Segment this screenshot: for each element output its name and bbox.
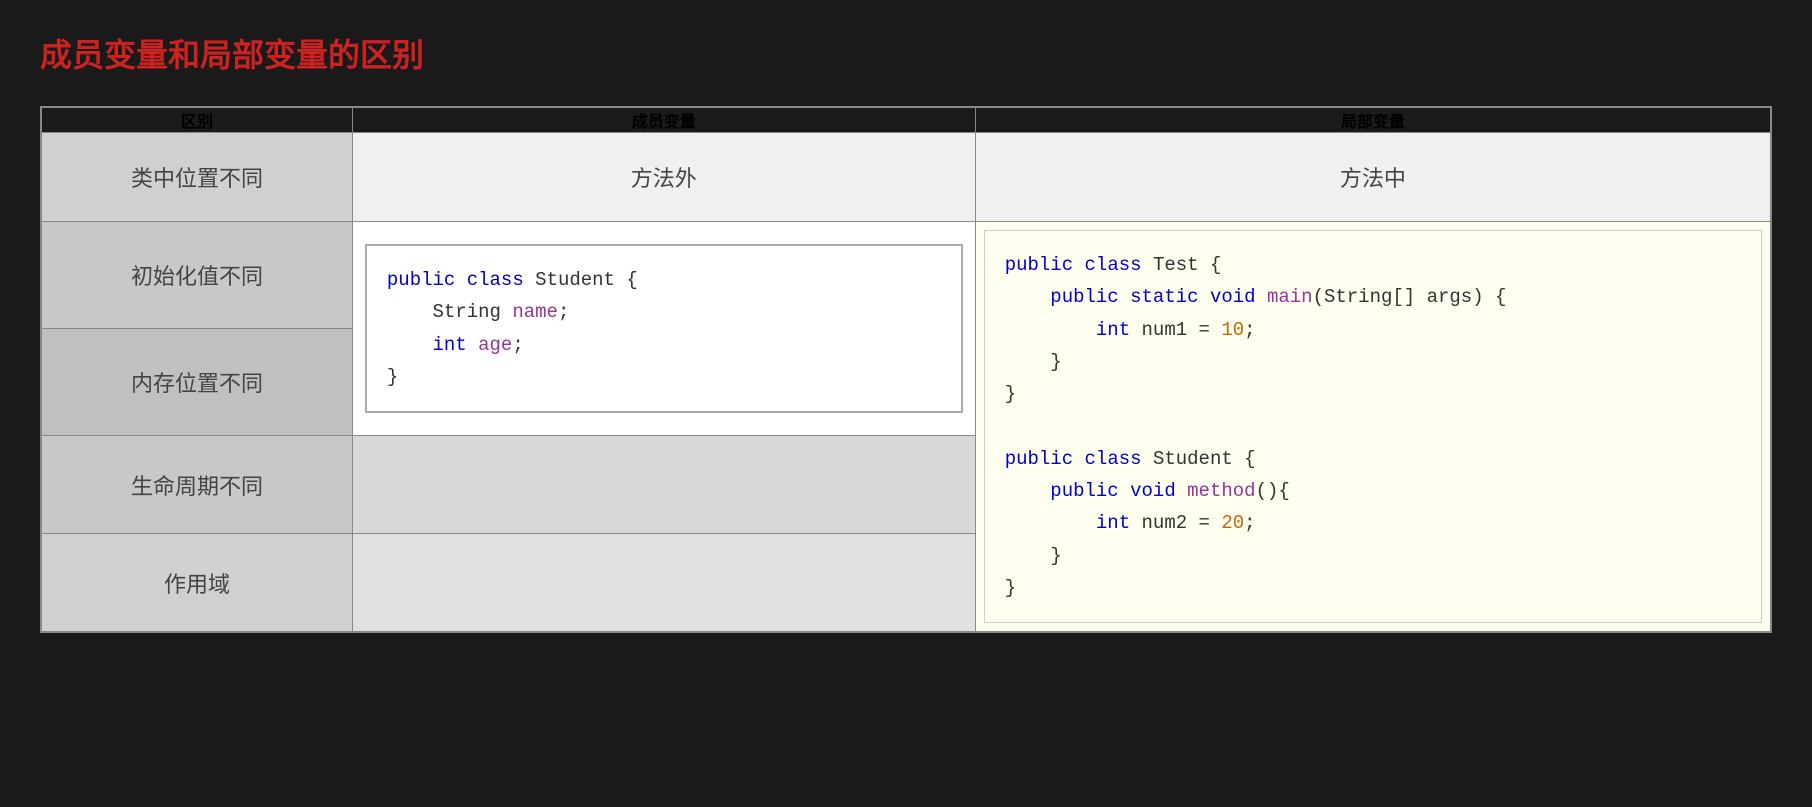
local-code-block: public class Test { public static void m… bbox=[984, 230, 1762, 623]
row5-member bbox=[352, 534, 975, 633]
row1-member-text: 方法外 bbox=[631, 166, 697, 191]
row2-local-code: public class Test { public static void m… bbox=[975, 222, 1771, 633]
member-code-block: public class Student { String name; int … bbox=[365, 244, 963, 413]
row5-label: 作用域 bbox=[41, 534, 352, 633]
row3-label: 内存位置不同 bbox=[41, 329, 352, 436]
row1-local: 方法中 bbox=[975, 133, 1771, 222]
header-col1: 区别 bbox=[41, 107, 352, 133]
code-kw: class bbox=[467, 269, 524, 291]
table-row: 初始化值不同 public class Student { String nam… bbox=[41, 222, 1771, 329]
header-col2: 成员变量 bbox=[352, 107, 975, 133]
row2-label: 初始化值不同 bbox=[41, 222, 352, 329]
row2-member-code: public class Student { String name; int … bbox=[352, 222, 975, 436]
page-title: 成员变量和局部变量的区别 bbox=[40, 30, 1772, 76]
header-col3: 局部变量 bbox=[975, 107, 1771, 133]
row1-member: 方法外 bbox=[352, 133, 975, 222]
row4-label: 生命周期不同 bbox=[41, 436, 352, 534]
code-text: String bbox=[433, 301, 513, 323]
code-kw: Student { bbox=[535, 269, 638, 291]
code-kw: int bbox=[433, 334, 467, 356]
code-var: age bbox=[478, 334, 512, 356]
table-row: 类中位置不同 方法外 方法中 bbox=[41, 133, 1771, 222]
code-kw: public bbox=[387, 269, 455, 291]
main-table: 区别 成员变量 局部变量 类中位置不同 方法外 方法中 初始化值不同 publi… bbox=[40, 106, 1772, 633]
header-row: 区别 成员变量 局部变量 bbox=[41, 107, 1771, 133]
code-var: name bbox=[512, 301, 558, 323]
row4-member bbox=[352, 436, 975, 534]
code-brace: } bbox=[387, 366, 398, 388]
row1-label: 类中位置不同 bbox=[41, 133, 352, 222]
row1-local-text: 方法中 bbox=[1340, 166, 1406, 191]
